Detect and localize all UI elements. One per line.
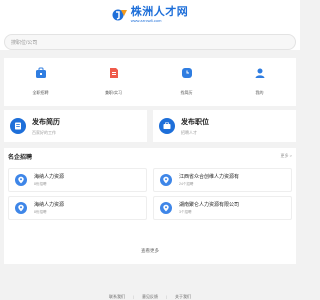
quick-item-parttime[interactable]: 兼职/实习 xyxy=(77,58,150,106)
document-icon xyxy=(107,66,121,80)
location-pin-icon xyxy=(160,174,172,186)
top-header: 株洲人才网 www.zzrcw8.com xyxy=(0,0,300,30)
quick-item-resume[interactable]: 找简历 xyxy=(150,58,223,106)
location-pin-icon xyxy=(15,174,27,186)
post-job-card[interactable]: 发布职位 招聘人才 xyxy=(153,110,296,142)
quick-item-fulltime[interactable]: 全职招聘 xyxy=(4,58,77,106)
card-title: 发布职位 xyxy=(181,118,209,126)
quick-label: 兼职/实习 xyxy=(104,90,123,95)
quick-label: 找简历 xyxy=(180,90,193,95)
company-jobs: 24个招聘 xyxy=(179,182,194,186)
clock-icon xyxy=(180,66,194,80)
company-name: 江西省众合创维人力资源有 xyxy=(179,174,240,180)
quick-label: 全职招聘 xyxy=(32,90,49,95)
company-jobs: 3个招聘 xyxy=(179,210,192,214)
footer-links: 联系我们 | 意见反馈 | 关于我们 xyxy=(0,294,300,300)
footer-link-feedback[interactable]: 意见反馈 xyxy=(142,294,158,300)
post-resume-card[interactable]: 发布简历 百家好的工作 xyxy=(4,110,147,142)
company-card[interactable]: 江西省众合创维人力资源有 24个招聘 xyxy=(153,168,292,192)
site-logo[interactable]: 株洲人才网 www.zzrcw8.com xyxy=(112,7,189,23)
company-card[interactable]: 海纳人力资源 8份招聘 xyxy=(8,196,147,220)
footer-link-about[interactable]: 关于我们 xyxy=(175,294,191,300)
card-subtitle: 招聘人才 xyxy=(181,129,197,135)
quick-label: 我的 xyxy=(255,90,264,95)
briefcase-icon xyxy=(34,66,48,80)
location-pin-icon xyxy=(15,202,27,214)
footer-divider: | xyxy=(132,294,134,299)
footer-link-contact[interactable]: 联系我们 xyxy=(109,294,125,300)
action-cards: 发布简历 百家好的工作 发布职位 招聘人才 xyxy=(4,110,296,142)
company-name: 海纳人力资源 xyxy=(34,174,65,180)
company-jobs: 8份招聘 xyxy=(34,210,47,214)
section-title: 名企招聘 xyxy=(8,154,33,161)
company-card[interactable]: 海纳人力资源 8份招聘 xyxy=(8,168,147,192)
logo-name: 株洲人才网 xyxy=(130,6,189,18)
quick-nav: 全职招聘 兼职/实习 找简历 我的 xyxy=(4,58,296,106)
featured-companies: 名企招聘 更多 > 海纳人力资源 8份招聘 江西省众合创维人力资源有 24个招聘 xyxy=(4,148,296,264)
job-icon xyxy=(159,118,175,134)
view-more-button[interactable]: 查看更多 xyxy=(4,248,296,254)
person-icon xyxy=(253,66,267,80)
resume-icon xyxy=(10,118,26,134)
more-link[interactable]: 更多 > xyxy=(281,153,292,159)
company-name: 湖南聚仑人力资源有限公司 xyxy=(179,202,240,208)
location-pin-icon xyxy=(160,202,172,214)
company-card[interactable]: 湖南聚仑人力资源有限公司 3个招聘 xyxy=(153,196,292,220)
card-title: 发布简历 xyxy=(32,118,60,126)
quick-item-mine[interactable]: 我的 xyxy=(223,58,296,106)
search-placeholder: 搜职位/公司 xyxy=(11,39,38,46)
footer-divider: | xyxy=(166,294,168,299)
company-jobs: 8份招聘 xyxy=(34,182,47,186)
logo-mark-icon xyxy=(112,7,128,23)
search-area: 搜职位/公司 xyxy=(0,30,300,50)
card-subtitle: 百家好的工作 xyxy=(32,129,56,135)
company-name: 海纳人力资源 xyxy=(34,202,65,208)
search-input[interactable]: 搜职位/公司 xyxy=(4,34,296,50)
logo-url: www.zzrcw8.com xyxy=(130,18,162,23)
